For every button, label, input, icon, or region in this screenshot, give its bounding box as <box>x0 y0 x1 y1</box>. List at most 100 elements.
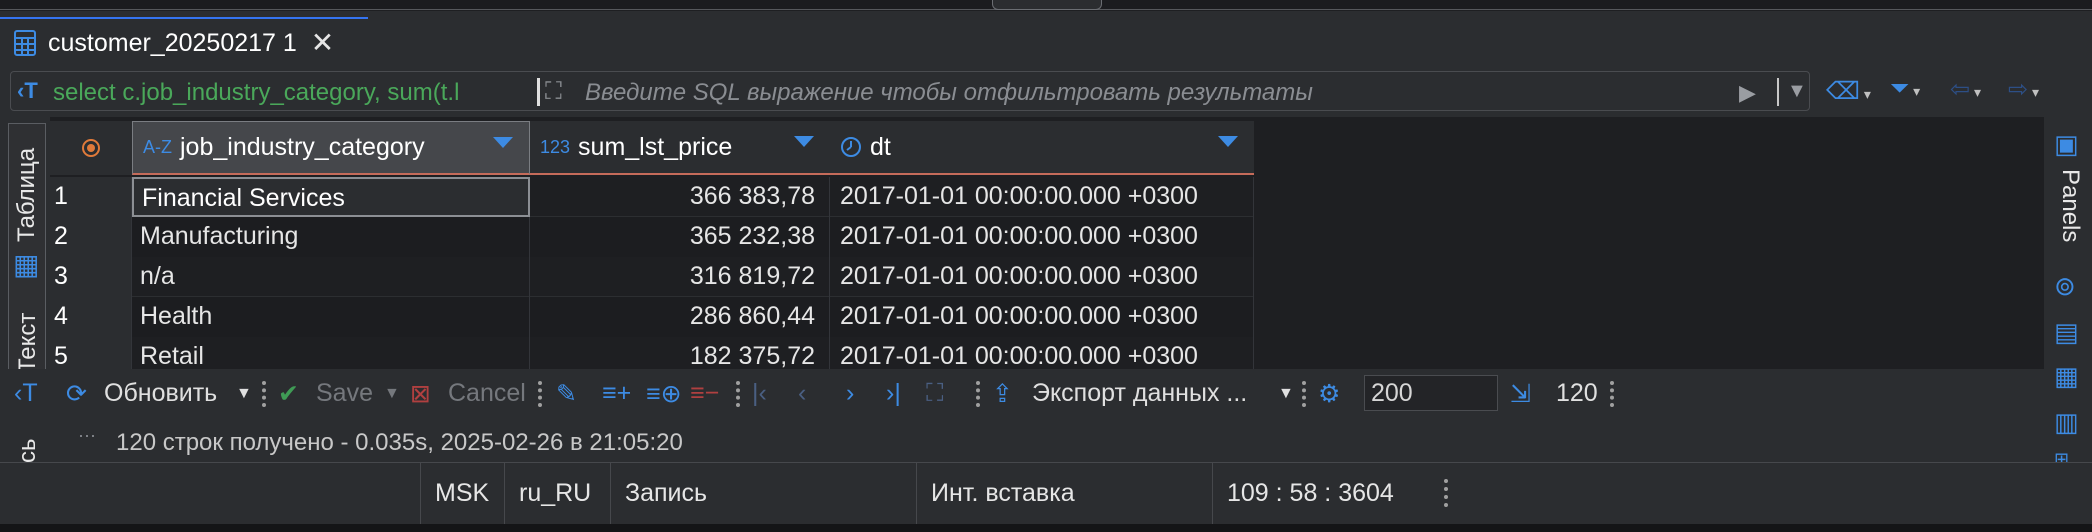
toolbar-separator <box>1610 381 1614 407</box>
apply-filter-icon[interactable]: ▶ <box>1739 80 1756 106</box>
results-toolbar: ‹T ⟳ Обновить ▼ ✔ Save ▼ ⊠ Cancel ✎ ≡+ ≡… <box>0 369 2044 419</box>
save-check-icon: ✔ <box>278 380 299 408</box>
cell-sum[interactable]: 366 383,78 <box>530 177 830 217</box>
last-page-icon[interactable]: ›| <box>886 379 901 408</box>
grid-icon: ▦ <box>13 249 40 280</box>
tab-customer[interactable]: customer_20250217 1 ✕ <box>0 17 368 67</box>
arrow-forward-icon[interactable]: ⇨ ▾ <box>2008 75 2039 104</box>
table-row[interactable]: 1 Financial Services 366 383,78 2017-01-… <box>50 177 1254 217</box>
close-icon[interactable]: ✕ <box>311 29 334 57</box>
history-dropdown-icon[interactable]: ▼ <box>1787 80 1807 103</box>
status-insert-mode[interactable]: Инт. вставка <box>916 463 1212 525</box>
row-number[interactable]: 4 <box>50 297 132 337</box>
cell-category[interactable]: Financial Services <box>132 177 530 217</box>
ellipsis: ··· <box>78 425 96 445</box>
tab-extra[interactable]: сь <box>14 438 42 463</box>
status-mode[interactable]: Запись <box>610 463 916 525</box>
edit-row-icon[interactable]: ✎ <box>556 379 577 409</box>
fetch-size-input[interactable]: 200 <box>1364 375 1498 411</box>
cell-dt[interactable]: 2017-01-01 00:00:00.000 +0300 <box>830 297 1254 337</box>
sql-text-icon: ‹T <box>17 78 38 103</box>
refresh-dropdown-icon[interactable]: ▼ <box>236 385 252 403</box>
table-row[interactable]: 2 Manufacturing 365 232,38 2017-01-01 00… <box>50 217 1254 257</box>
column-header-sum-lst-price[interactable]: 123 sum_lst_price <box>530 121 830 175</box>
copy-row-icon[interactable]: ≡⊕ <box>646 379 682 409</box>
save-button[interactable]: Save <box>316 379 373 408</box>
delete-row-icon[interactable]: ≡− <box>690 379 719 408</box>
refresh-button[interactable]: Обновить <box>104 379 217 408</box>
cell-category[interactable]: n/a <box>132 257 530 297</box>
cell-category[interactable]: Manufacturing <box>132 217 530 257</box>
grouping-icon[interactable]: ⊚ <box>2054 271 2076 302</box>
cell-dt[interactable]: 2017-01-01 00:00:00.000 +0300 <box>830 257 1254 297</box>
window-bottom-edge <box>0 524 2092 532</box>
save-dropdown-icon[interactable]: ▼ <box>384 385 400 403</box>
row-count-value: 120 <box>1556 379 1598 407</box>
expand-icon[interactable]: ⛶ <box>545 78 562 106</box>
table-icon <box>14 30 36 56</box>
sort-filter-icon[interactable] <box>794 136 814 147</box>
status-locale[interactable]: ru_RU <box>504 463 610 525</box>
sort-filter-icon[interactable] <box>493 137 513 148</box>
text-mode-icon[interactable]: ‹T <box>14 379 38 408</box>
export-dropdown-icon[interactable]: ▼ <box>1278 385 1294 403</box>
metadata-icon[interactable]: ▥ <box>2054 407 2079 438</box>
cell-sum[interactable]: 316 819,72 <box>530 257 830 297</box>
results-grid: A-Z job_industry_category 123 sum_lst_pr… <box>50 117 2044 377</box>
filter-placeholder[interactable]: Введите SQL выражение чтобы отфильтроват… <box>585 79 1313 107</box>
editor-tab-bar: customer_20250217 1 ✕ <box>0 11 2092 67</box>
status-timezone[interactable]: MSK <box>420 463 504 525</box>
eraser-icon[interactable]: ⌫ ▾ <box>1826 77 1871 106</box>
panels-label[interactable]: Panels <box>2056 169 2084 242</box>
text-type-icon: A-Z <box>143 137 172 157</box>
result-status-text: 120 строк получено - 0.035s, 2025-02-26 … <box>116 429 683 456</box>
sql-query-text[interactable]: select c.job_industry_category, sum(t.l <box>53 79 533 107</box>
funnel-icon[interactable]: ⏷ ▾ <box>1890 75 1920 103</box>
table-row[interactable]: 3 n/a 316 819,72 2017-01-01 00:00:00.000… <box>50 257 1254 297</box>
row-number[interactable]: 2 <box>50 217 132 257</box>
tab-table-label: Таблица <box>13 147 40 242</box>
cell-sum[interactable]: 286 860,44 <box>530 297 830 337</box>
add-row-icon[interactable]: ≡+ <box>602 379 631 408</box>
next-page-icon[interactable]: › <box>846 379 854 408</box>
export-icon[interactable]: ⇪ <box>992 379 1013 409</box>
toolbar-separator <box>736 381 740 407</box>
clock-icon <box>841 137 861 157</box>
calculator-icon[interactable]: ▦ <box>2054 361 2079 392</box>
value-viewer-icon[interactable]: ▤ <box>2054 317 2079 348</box>
panel-resize-grip[interactable] <box>992 0 1102 10</box>
cell-dt[interactable]: 2017-01-01 00:00:00.000 +0300 <box>830 217 1254 257</box>
column-header-dt[interactable]: dt <box>830 121 1254 175</box>
cell-category[interactable]: Health <box>132 297 530 337</box>
select-all-radio-icon[interactable] <box>82 139 100 157</box>
cell-sum[interactable]: 365 232,38 <box>530 217 830 257</box>
column-header-job-industry-category[interactable]: A-Z job_industry_category <box>132 121 530 175</box>
result-status: ··· 120 строк получено - 0.035s, 2025-02… <box>50 419 2044 462</box>
row-count-icon[interactable]: ⇲ <box>1510 379 1531 409</box>
status-more-icon[interactable] <box>1444 479 1448 507</box>
column-name: job_industry_category <box>180 133 425 161</box>
export-button[interactable]: Экспорт данных ... <box>1032 379 1247 408</box>
status-cursor-position: 109 : 58 : 3604 <box>1212 463 1422 525</box>
tab-title: customer_20250217 1 <box>48 28 297 57</box>
row-number[interactable]: 3 <box>50 257 132 297</box>
table-row[interactable]: 4 Health 286 860,44 2017-01-01 00:00:00.… <box>50 297 1254 337</box>
first-page-icon[interactable]: |‹ <box>752 379 767 408</box>
row-number-header[interactable] <box>50 121 132 175</box>
status-bar: MSK ru_RU Запись Инт. вставка 109 : 58 :… <box>0 462 2092 525</box>
fetch-all-icon[interactable]: ⛶ <box>926 379 944 408</box>
gear-icon[interactable]: ⚙ <box>1318 379 1340 409</box>
refresh-icon[interactable]: ⟳ <box>66 379 87 409</box>
tab-text-view[interactable]: Текст <box>14 313 42 373</box>
prev-page-icon[interactable]: ‹ <box>798 379 806 408</box>
cancel-x-icon: ⊠ <box>410 380 431 408</box>
toolbar-separator <box>538 381 542 407</box>
cell-dt[interactable]: 2017-01-01 00:00:00.000 +0300 <box>830 177 1254 217</box>
cancel-button[interactable]: Cancel <box>448 379 526 408</box>
arrow-back-icon[interactable]: ⇦ ▾ <box>1950 75 1981 104</box>
sort-filter-icon[interactable] <box>1218 136 1238 147</box>
panels-icon[interactable]: ▣ <box>2054 129 2079 160</box>
row-number[interactable]: 1 <box>50 177 132 217</box>
filter-input[interactable]: ‹T select c.job_industry_category, sum(t… <box>10 71 1810 111</box>
number-type-icon: 123 <box>540 136 571 157</box>
